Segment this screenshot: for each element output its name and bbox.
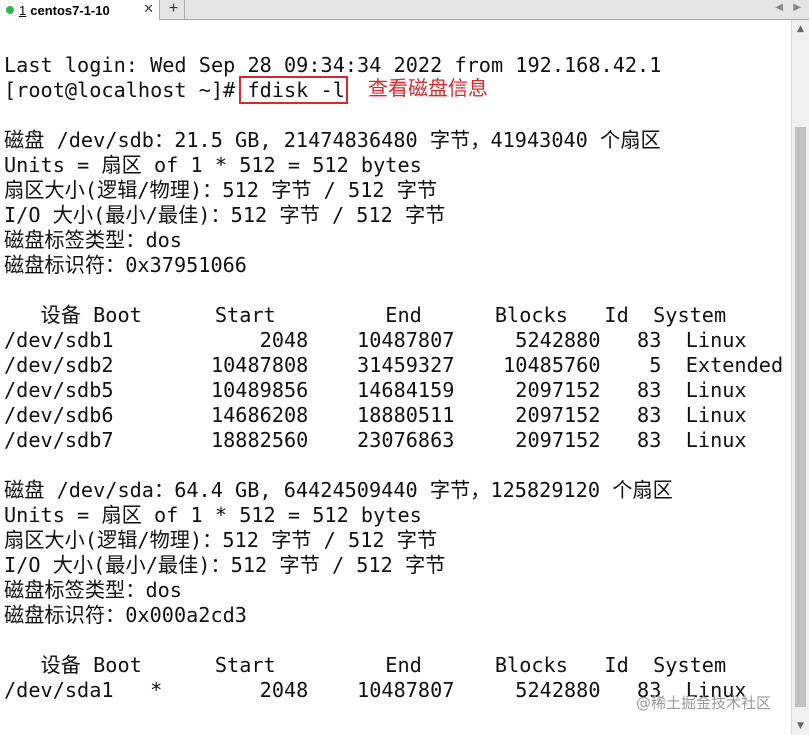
scroll-up-icon[interactable]: ▲: [792, 20, 809, 38]
terminal-line: 磁盘标识符：0x37951066: [4, 253, 247, 277]
terminal-line: Units = 扇区 of 1 * 512 = 512 bytes: [4, 503, 422, 527]
terminal-line: 磁盘标签类型：dos: [4, 228, 182, 252]
annotation-label: 查看磁盘信息: [368, 78, 488, 100]
table-row: /dev/sdb1 2048 10487807 5242880 83 Linux: [4, 328, 747, 352]
watermark: @稀土掘金技术社区: [636, 694, 772, 712]
table-header: 设备 Boot Start End Blocks Id System: [4, 653, 727, 677]
connected-status-icon: [6, 6, 14, 14]
scrollbar-thumb[interactable]: [795, 127, 806, 707]
terminal-output[interactable]: Last login: Wed Sep 28 09:34:34 2022 fro…: [0, 20, 791, 735]
tab-number: 1: [19, 2, 27, 18]
tab-title: centos7-1-10: [30, 2, 110, 18]
tab-bar: 1 centos7-1-10 ✕ + ◀ ▶: [0, 0, 809, 20]
terminal-line: Last login: Wed Sep 28 09:34:34 2022 fro…: [4, 53, 662, 77]
table-row: /dev/sdb2 10487808 31459327 10485760 5 E…: [4, 353, 784, 377]
terminal-line: I/O 大小(最小/最佳)：512 字节 / 512 字节: [4, 553, 446, 577]
terminal-line: Units = 扇区 of 1 * 512 = 512 bytes: [4, 153, 422, 177]
terminal-line: 磁盘标识符：0x000a2cd3: [4, 603, 247, 627]
vertical-scrollbar[interactable]: ▲ ▼: [791, 20, 809, 735]
terminal-line: 扇区大小(逻辑/物理)：512 字节 / 512 字节: [4, 178, 438, 202]
terminal-line: 扇区大小(逻辑/物理)：512 字节 / 512 字节: [4, 528, 438, 552]
terminal-line: I/O 大小(最小/最佳)：512 字节 / 512 字节: [4, 203, 446, 227]
table-row: /dev/sdb6 14686208 18880511 2097152 83 L…: [4, 403, 747, 427]
terminal-line: 磁盘 /dev/sda：64.4 GB, 64424509440 字节，1258…: [4, 478, 673, 502]
table-header: 设备 Boot Start End Blocks Id System: [4, 303, 727, 327]
scroll-tabs-left-icon[interactable]: ◀: [775, 2, 783, 13]
scroll-tabs-right-icon[interactable]: ▶: [793, 2, 801, 13]
terminal-line: 磁盘标签类型：dos: [4, 578, 182, 602]
new-tab-button[interactable]: +: [163, 0, 185, 20]
session-tab[interactable]: 1 centos7-1-10 ✕: [0, 0, 160, 20]
close-icon[interactable]: ✕: [143, 1, 154, 17]
command-highlight-box: [239, 76, 348, 104]
table-row: /dev/sdb7 18882560 23076863 2097152 83 L…: [4, 428, 747, 452]
scroll-down-icon[interactable]: ▼: [792, 717, 809, 735]
terminal-line: 磁盘 /dev/sdb：21.5 GB, 21474836480 字节，4194…: [4, 128, 661, 152]
table-row: /dev/sdb5 10489856 14684159 2097152 83 L…: [4, 378, 747, 402]
